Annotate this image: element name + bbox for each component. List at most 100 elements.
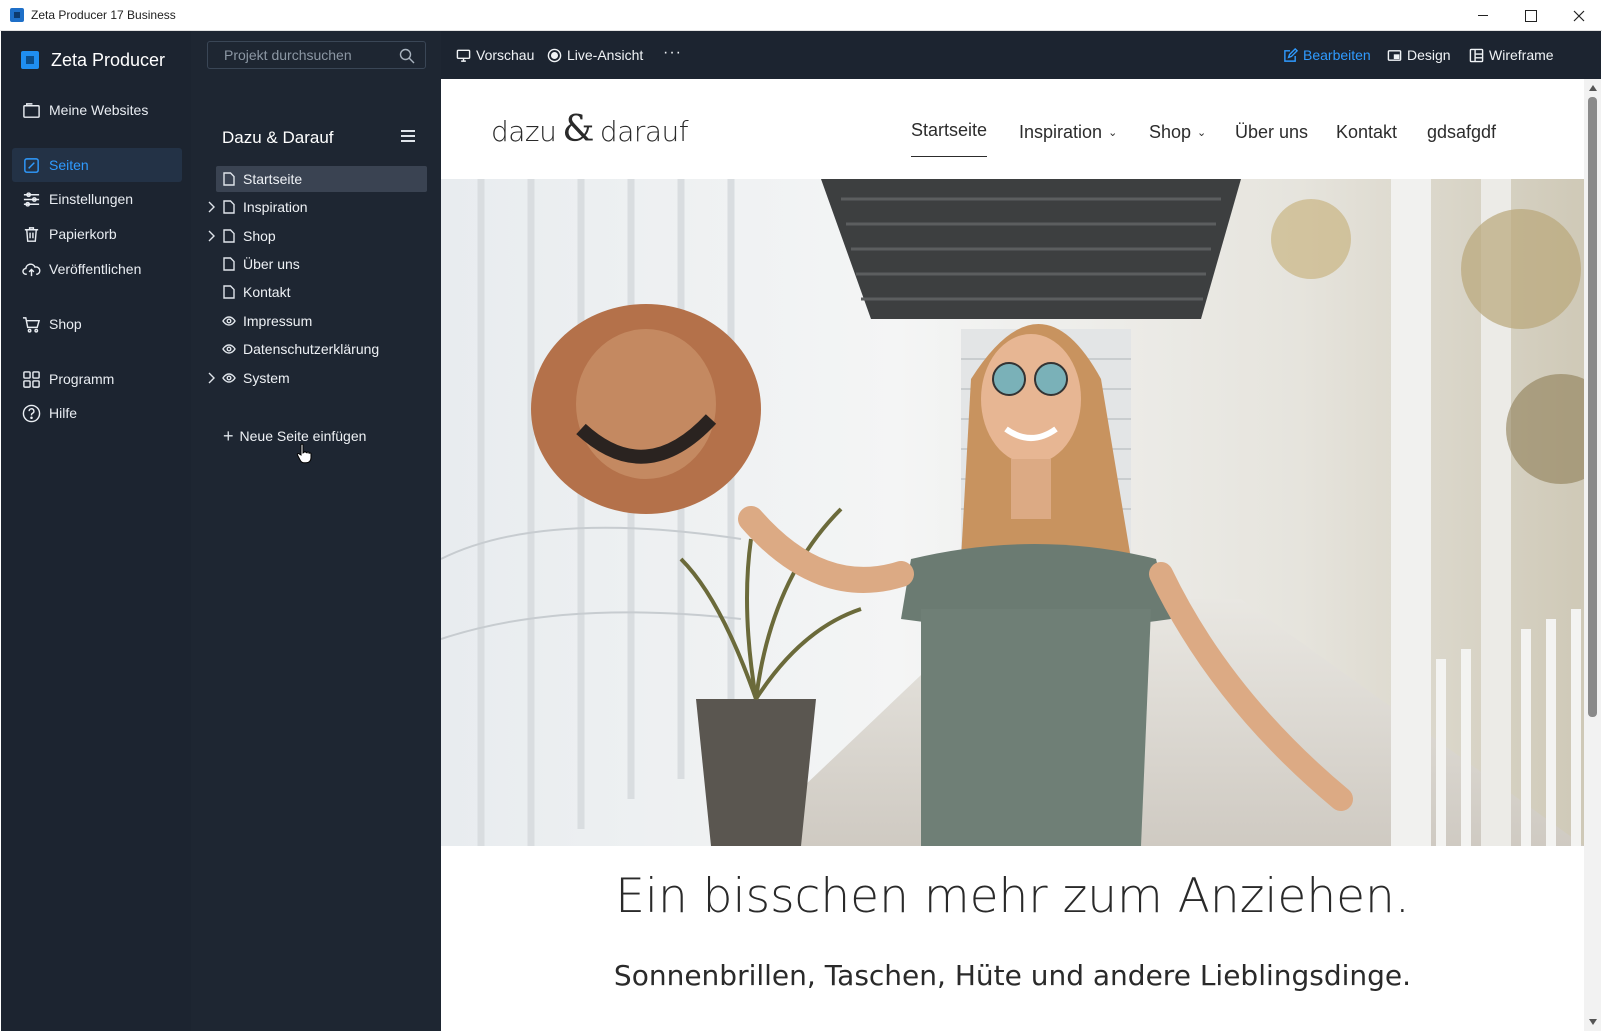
nav-item-papierkorb[interactable]: Papierkorb [12, 217, 182, 251]
chevron-right-icon[interactable] [204, 370, 218, 386]
page-tree-item-kontakt[interactable]: Kontakt [216, 279, 427, 305]
chevron-right-icon[interactable] [204, 228, 218, 244]
wireframe-mode-button[interactable]: Wireframe [1469, 45, 1554, 65]
page-tree-item-shop[interactable]: Shop [208, 223, 427, 249]
nav-item-label: Einstellungen [49, 191, 134, 207]
eye-icon [222, 313, 236, 329]
window-title: Zeta Producer 17 Business [31, 8, 176, 22]
websites-icon [21, 100, 41, 120]
site-nav-inspiration[interactable]: Inspiration ⌄ [1019, 117, 1117, 147]
site-nav-label: Über uns [1235, 121, 1309, 142]
preview-button[interactable]: Vorschau [456, 45, 534, 65]
page-tree-label: Impressum [243, 313, 313, 329]
site-nav-kontakt[interactable]: Kontakt [1336, 117, 1397, 147]
site-nav-startseite[interactable]: Startseite [911, 117, 988, 157]
pages-panel: Dazu & Darauf Startseite Inspiration Sho… [191, 31, 441, 1031]
chevron-down-icon: ⌄ [1108, 126, 1118, 139]
maximize-button[interactable] [1508, 0, 1554, 31]
scroll-up-icon[interactable] [1589, 85, 1597, 91]
site-logo-ampersand: & [562, 109, 594, 150]
project-search[interactable] [207, 41, 426, 69]
site-nav-label: gdsafgdf [1427, 121, 1497, 142]
page-tree-item-datenschutzerklaerung[interactable]: Datenschutzerklärung [216, 336, 427, 362]
main-navigation: Zeta Producer Meine Websites Seiten Eins… [1, 31, 191, 1031]
more-options-icon[interactable]: ··· [663, 44, 682, 62]
preview-scrollbar[interactable] [1584, 79, 1601, 1031]
page-icon [222, 256, 236, 272]
page-tree-item-impressum[interactable]: Impressum [216, 308, 427, 334]
live-view-button[interactable]: Live-Ansicht [547, 45, 643, 65]
scroll-thumb[interactable] [1588, 97, 1597, 717]
nav-item-label: Meine Websites [49, 102, 149, 118]
hand-cursor-icon [296, 443, 312, 464]
site-nav-label: Kontakt [1336, 121, 1398, 142]
site-nav-label: Shop [1149, 121, 1192, 142]
close-button[interactable] [1556, 0, 1602, 31]
live-icon [547, 48, 562, 62]
chevron-right-icon[interactable] [204, 199, 218, 215]
nav-item-label: Programm [49, 371, 115, 387]
page-tree-label: Kontakt [243, 284, 291, 300]
page-icon [222, 171, 236, 187]
app-window: Zeta Producer Meine Websites Seiten Eins… [1, 31, 1601, 1031]
search-icon[interactable] [399, 48, 415, 64]
design-mode-label: Design [1407, 47, 1451, 63]
panel-menu-icon[interactable] [401, 130, 415, 142]
page-tree-item-system[interactable]: System [208, 365, 427, 391]
site-nav-label: Startseite [911, 120, 988, 140]
close-icon [1573, 10, 1585, 21]
nav-item-shop[interactable]: Shop [12, 307, 182, 341]
site-nav-gdsafgdf[interactable]: gdsafgdf [1427, 117, 1496, 147]
add-page-label: Neue Seite einfügen [239, 428, 367, 444]
eye-icon [222, 370, 236, 386]
grid-icon [21, 369, 41, 389]
page-tree-label: Shop [243, 228, 276, 244]
brand: Zeta Producer [21, 45, 165, 75]
hero-headline[interactable]: Ein bisschen mehr zum Anziehen. [441, 869, 1584, 924]
edit-mode-button[interactable]: Bearbeiten [1283, 45, 1371, 65]
nav-item-programm[interactable]: Programm [12, 362, 182, 396]
search-input[interactable] [224, 47, 384, 63]
edit-mode-label: Bearbeiten [1303, 47, 1371, 63]
wireframe-icon [1469, 48, 1484, 62]
page-tree-item-startseite[interactable]: Startseite [216, 166, 427, 192]
site-nav-label: Inspiration [1019, 121, 1103, 142]
settings-sliders-icon [21, 189, 41, 209]
site-nav-ueber-uns[interactable]: Über uns [1235, 117, 1308, 147]
monitor-icon [456, 49, 471, 62]
nav-item-label: Shop [49, 316, 82, 332]
nav-item-veroeffentlichen[interactable]: Veröffentlichen [12, 252, 182, 286]
chevron-down-icon: ⌄ [1197, 126, 1207, 139]
minimize-button[interactable] [1460, 0, 1506, 31]
scroll-down-icon[interactable] [1589, 1019, 1597, 1025]
cloud-upload-icon [21, 259, 41, 279]
page-tree-item-ueber-uns[interactable]: Über uns [216, 251, 427, 277]
nav-item-label: Hilfe [49, 405, 78, 421]
page-icon [222, 284, 236, 300]
edit-icon [1284, 47, 1298, 62]
add-page-button[interactable]: + Neue Seite einfügen [223, 427, 367, 445]
live-view-label: Live-Ansicht [567, 47, 644, 63]
page-tree-label: Startseite [243, 171, 303, 187]
page-tree-item-inspiration[interactable]: Inspiration [208, 194, 427, 220]
site-logo[interactable]: dazu & darauf [491, 109, 689, 150]
nav-item-label: Veröffentlichen [49, 261, 142, 277]
page-tree-label: Datenschutzerklärung [243, 341, 380, 357]
pages-icon [21, 155, 41, 175]
eye-icon [222, 341, 236, 357]
page-tree-label: System [243, 370, 290, 386]
hero-subline[interactable]: Sonnenbrillen, Taschen, Hüte und andere … [441, 959, 1584, 992]
site-nav-shop[interactable]: Shop ⌄ [1149, 117, 1206, 147]
nav-item-einstellungen[interactable]: Einstellungen [12, 182, 182, 216]
nav-item-meine-websites[interactable]: Meine Websites [12, 93, 182, 127]
hero-photo [441, 179, 1584, 846]
design-mode-button[interactable]: Design [1387, 45, 1451, 65]
nav-item-hilfe[interactable]: Hilfe [12, 396, 182, 430]
nav-item-seiten[interactable]: Seiten [12, 148, 182, 182]
website-preview[interactable]: dazu & darauf Startseite Inspiration ⌄ S… [441, 79, 1584, 1031]
top-toolbar: Vorschau Live-Ansicht ··· Bearbeiten Des… [441, 31, 1601, 79]
brand-logo-icon [21, 51, 39, 69]
wireframe-mode-label: Wireframe [1489, 47, 1554, 63]
project-title: Dazu & Darauf [222, 128, 334, 147]
hero-image[interactable] [441, 179, 1584, 846]
